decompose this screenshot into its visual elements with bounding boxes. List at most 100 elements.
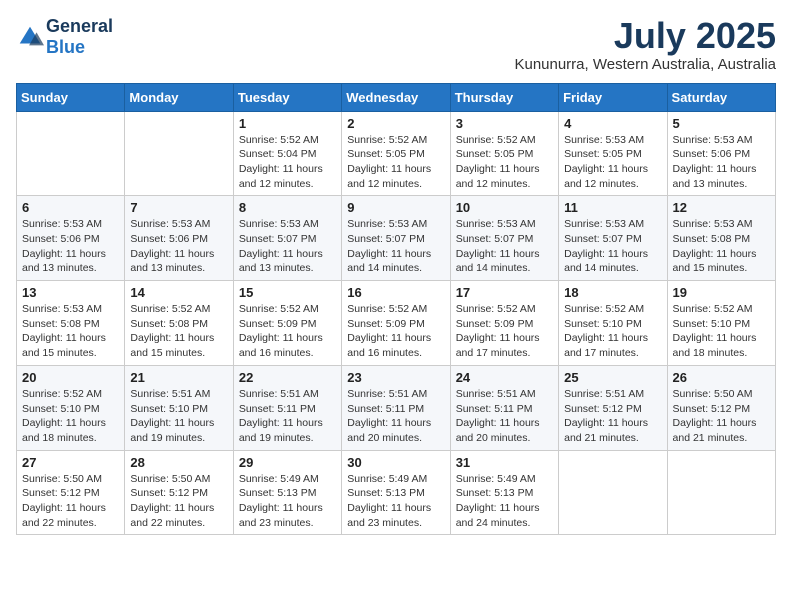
calendar-cell: 16 Sunrise: 5:52 AM Sunset: 5:09 PM Dayli… (342, 281, 450, 366)
day-number: 7 (130, 200, 227, 215)
calendar-cell: 9Sunrise: 5:53 AM Sunset: 5:07 PM Daylig… (342, 196, 450, 281)
calendar-cell: 7 Sunrise: 5:53 AM Sunset: 5:06 PM Daylig… (125, 196, 233, 281)
day-info: Sunrise: 5:52 AM Sunset: 5:10 PM Dayligh… (564, 302, 661, 361)
calendar-cell: 13 Sunrise: 5:53 AM Sunset: 5:08 PM Dayli… (17, 281, 125, 366)
day-number: 8 (239, 200, 336, 215)
calendar-cell: 28 Sunrise: 5:50 AM Sunset: 5:12 PM Dayli… (125, 450, 233, 535)
calendar-cell (17, 111, 125, 196)
calendar-cell: 14 Sunrise: 5:52 AM Sunset: 5:08 PM Dayli… (125, 281, 233, 366)
day-number: 16 (347, 285, 444, 300)
day-info: Sunrise: 5:53 AM Sunset: 5:07 PM Dayligh… (347, 217, 444, 276)
day-number: 12 (673, 200, 770, 215)
calendar-cell: 22 Sunrise: 5:51 AM Sunset: 5:11 PM Dayli… (233, 365, 341, 450)
calendar-cell: 27 Sunrise: 5:50 AM Sunset: 5:12 PM Dayli… (17, 450, 125, 535)
calendar-cell: 26 Sunrise: 5:50 AM Sunset: 5:12 PM Dayli… (667, 365, 775, 450)
day-info: Sunrise: 5:51 AM Sunset: 5:11 PM Dayligh… (347, 387, 444, 446)
weekday-header-row: SundayMondayTuesdayWednesdayThursdayFrid… (17, 83, 776, 111)
logo-text-blue: Blue (46, 37, 85, 57)
day-number: 20 (22, 370, 119, 385)
day-number: 25 (564, 370, 661, 385)
day-number: 14 (130, 285, 227, 300)
day-info: Sunrise: 5:52 AM Sunset: 5:10 PM Dayligh… (22, 387, 119, 446)
calendar-cell (667, 450, 775, 535)
day-info: Sunrise: 5:52 AM Sunset: 5:04 PM Dayligh… (239, 133, 336, 192)
calendar-cell: 11 Sunrise: 5:53 AM Sunset: 5:07 PM Dayli… (559, 196, 667, 281)
day-number: 31 (456, 455, 553, 470)
day-number: 13 (22, 285, 119, 300)
day-info: Sunrise: 5:53 AM Sunset: 5:08 PM Dayligh… (673, 217, 770, 276)
calendar-cell: 2Sunrise: 5:52 AM Sunset: 5:05 PM Daylig… (342, 111, 450, 196)
weekday-header-friday: Friday (559, 83, 667, 111)
week-row-5: 27 Sunrise: 5:50 AM Sunset: 5:12 PM Dayli… (17, 450, 776, 535)
calendar-cell: 18 Sunrise: 5:52 AM Sunset: 5:10 PM Dayli… (559, 281, 667, 366)
day-info: Sunrise: 5:52 AM Sunset: 5:09 PM Dayligh… (239, 302, 336, 361)
day-info: Sunrise: 5:51 AM Sunset: 5:10 PM Dayligh… (130, 387, 227, 446)
page-header: General Blue July 2025 Kununurra, Wester… (16, 16, 776, 73)
calendar-cell (125, 111, 233, 196)
day-number: 17 (456, 285, 553, 300)
day-info: Sunrise: 5:50 AM Sunset: 5:12 PM Dayligh… (673, 387, 770, 446)
day-info: Sunrise: 5:53 AM Sunset: 5:07 PM Dayligh… (239, 217, 336, 276)
day-number: 2 (347, 116, 444, 131)
day-info: Sunrise: 5:53 AM Sunset: 5:05 PM Dayligh… (564, 133, 661, 192)
day-number: 22 (239, 370, 336, 385)
calendar-cell: 17 Sunrise: 5:52 AM Sunset: 5:09 PM Dayli… (450, 281, 558, 366)
day-info: Sunrise: 5:52 AM Sunset: 5:10 PM Dayligh… (673, 302, 770, 361)
logo: General Blue (16, 16, 113, 58)
day-number: 29 (239, 455, 336, 470)
day-info: Sunrise: 5:53 AM Sunset: 5:06 PM Dayligh… (130, 217, 227, 276)
calendar-cell: 1Sunrise: 5:52 AM Sunset: 5:04 PM Daylig… (233, 111, 341, 196)
day-number: 28 (130, 455, 227, 470)
weekday-header-tuesday: Tuesday (233, 83, 341, 111)
day-number: 15 (239, 285, 336, 300)
day-number: 23 (347, 370, 444, 385)
day-info: Sunrise: 5:51 AM Sunset: 5:11 PM Dayligh… (239, 387, 336, 446)
day-number: 5 (673, 116, 770, 131)
calendar-cell: 3Sunrise: 5:52 AM Sunset: 5:05 PM Daylig… (450, 111, 558, 196)
day-number: 27 (22, 455, 119, 470)
location-subtitle: Kununurra, Western Australia, Australia (514, 56, 776, 73)
week-row-1: 1Sunrise: 5:52 AM Sunset: 5:04 PM Daylig… (17, 111, 776, 196)
day-number: 10 (456, 200, 553, 215)
day-info: Sunrise: 5:53 AM Sunset: 5:06 PM Dayligh… (22, 217, 119, 276)
weekday-header-sunday: Sunday (17, 83, 125, 111)
day-info: Sunrise: 5:52 AM Sunset: 5:09 PM Dayligh… (347, 302, 444, 361)
day-number: 4 (564, 116, 661, 131)
calendar-cell (559, 450, 667, 535)
day-number: 30 (347, 455, 444, 470)
calendar-cell: 10Sunrise: 5:53 AM Sunset: 5:07 PM Dayli… (450, 196, 558, 281)
day-info: Sunrise: 5:50 AM Sunset: 5:12 PM Dayligh… (22, 472, 119, 531)
month-title: July 2025 (514, 16, 776, 56)
day-number: 26 (673, 370, 770, 385)
week-row-3: 13 Sunrise: 5:53 AM Sunset: 5:08 PM Dayli… (17, 281, 776, 366)
calendar-cell: 20 Sunrise: 5:52 AM Sunset: 5:10 PM Dayli… (17, 365, 125, 450)
day-info: Sunrise: 5:51 AM Sunset: 5:12 PM Dayligh… (564, 387, 661, 446)
calendar-cell: 5 Sunrise: 5:53 AM Sunset: 5:06 PM Daylig… (667, 111, 775, 196)
day-number: 18 (564, 285, 661, 300)
calendar-table: SundayMondayTuesdayWednesdayThursdayFrid… (16, 83, 776, 536)
calendar-cell: 8 Sunrise: 5:53 AM Sunset: 5:07 PM Daylig… (233, 196, 341, 281)
weekday-header-saturday: Saturday (667, 83, 775, 111)
day-info: Sunrise: 5:53 AM Sunset: 5:08 PM Dayligh… (22, 302, 119, 361)
logo-text-general: General (46, 16, 113, 36)
weekday-header-monday: Monday (125, 83, 233, 111)
calendar-cell: 21 Sunrise: 5:51 AM Sunset: 5:10 PM Dayli… (125, 365, 233, 450)
day-number: 3 (456, 116, 553, 131)
day-number: 11 (564, 200, 661, 215)
calendar-cell: 30Sunrise: 5:49 AM Sunset: 5:13 PM Dayli… (342, 450, 450, 535)
weekday-header-thursday: Thursday (450, 83, 558, 111)
day-info: Sunrise: 5:53 AM Sunset: 5:07 PM Dayligh… (564, 217, 661, 276)
day-number: 24 (456, 370, 553, 385)
calendar-cell: 25 Sunrise: 5:51 AM Sunset: 5:12 PM Dayli… (559, 365, 667, 450)
calendar-cell: 6Sunrise: 5:53 AM Sunset: 5:06 PM Daylig… (17, 196, 125, 281)
calendar-cell: 31Sunrise: 5:49 AM Sunset: 5:13 PM Dayli… (450, 450, 558, 535)
day-info: Sunrise: 5:52 AM Sunset: 5:09 PM Dayligh… (456, 302, 553, 361)
calendar-cell: 19 Sunrise: 5:52 AM Sunset: 5:10 PM Dayli… (667, 281, 775, 366)
day-info: Sunrise: 5:53 AM Sunset: 5:06 PM Dayligh… (673, 133, 770, 192)
calendar-cell: 24Sunrise: 5:51 AM Sunset: 5:11 PM Dayli… (450, 365, 558, 450)
day-number: 21 (130, 370, 227, 385)
day-info: Sunrise: 5:52 AM Sunset: 5:08 PM Dayligh… (130, 302, 227, 361)
day-number: 19 (673, 285, 770, 300)
calendar-cell: 23 Sunrise: 5:51 AM Sunset: 5:11 PM Dayli… (342, 365, 450, 450)
day-info: Sunrise: 5:50 AM Sunset: 5:12 PM Dayligh… (130, 472, 227, 531)
